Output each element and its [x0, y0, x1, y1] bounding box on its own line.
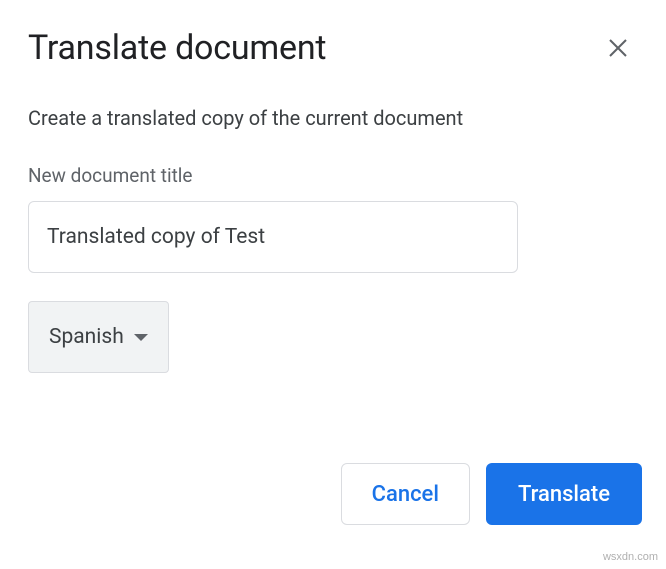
document-title-input[interactable] — [28, 201, 518, 273]
dialog-description: Create a translated copy of the current … — [28, 106, 638, 130]
cancel-button[interactable]: Cancel — [341, 463, 470, 525]
title-field-label: New document title — [28, 164, 638, 187]
close-icon[interactable] — [606, 36, 630, 60]
language-dropdown[interactable]: Spanish — [28, 301, 169, 373]
dialog-title: Translate document — [28, 28, 326, 68]
translate-button[interactable]: Translate — [486, 463, 642, 525]
chevron-down-icon — [134, 334, 148, 341]
watermark: wsxdn.com — [603, 551, 658, 563]
language-selected-label: Spanish — [49, 325, 124, 349]
